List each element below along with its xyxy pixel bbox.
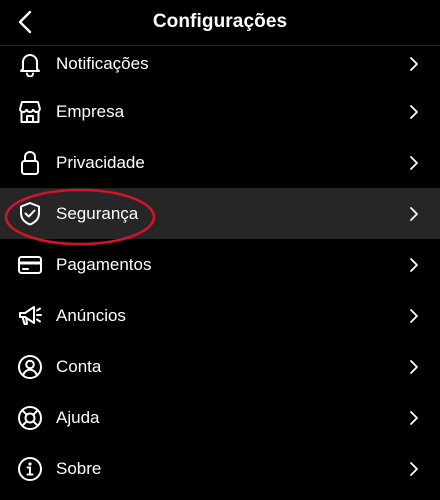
settings-list: Notificações Empresa Privacidade Seguran… (0, 46, 440, 494)
settings-item-business[interactable]: Empresa (0, 86, 440, 137)
chevron-right-icon (408, 56, 420, 72)
lifebuoy-icon (17, 405, 43, 431)
top-bar: Configurações (0, 0, 440, 46)
user-circle-icon (17, 354, 43, 380)
settings-item-label: Ajuda (56, 407, 100, 427)
lock-icon (17, 150, 43, 176)
page-title: Configurações (152, 11, 288, 32)
settings-item-label: Pagamentos (56, 254, 152, 274)
settings-item-label: Sobre (56, 458, 102, 478)
settings-item-label: Anúncios (56, 305, 126, 325)
chevron-right-icon (408, 410, 420, 426)
chevron-right-icon (408, 461, 420, 477)
card-icon (17, 252, 43, 278)
chevron-right-icon (408, 104, 420, 120)
settings-item-payments[interactable]: Pagamentos (0, 239, 440, 290)
settings-item-ads[interactable]: Anúncios (0, 290, 440, 341)
storefront-icon (17, 99, 43, 125)
megaphone-icon (17, 303, 43, 329)
settings-item-account[interactable]: Conta (0, 341, 440, 392)
settings-item-label: Empresa (56, 101, 125, 121)
chevron-right-icon (408, 359, 420, 375)
settings-item-security[interactable]: Segurança (0, 188, 440, 239)
settings-item-label: Conta (56, 356, 102, 376)
settings-item-label: Privacidade (56, 152, 145, 172)
settings-item-privacy[interactable]: Privacidade (0, 137, 440, 188)
settings-item-label: Notificações (56, 54, 149, 73)
chevron-right-icon (408, 155, 420, 171)
chevron-right-icon (408, 206, 420, 222)
info-icon (17, 456, 43, 482)
settings-item-label: Segurança (56, 203, 139, 223)
chevron-right-icon (408, 257, 420, 273)
settings-item-about[interactable]: Sobre (0, 443, 440, 494)
bell-icon (17, 51, 43, 77)
shield-check-icon (17, 201, 43, 227)
chevron-right-icon (408, 308, 420, 324)
settings-item-help[interactable]: Ajuda (0, 392, 440, 443)
settings-item-notifications[interactable]: Notificações (0, 46, 440, 86)
